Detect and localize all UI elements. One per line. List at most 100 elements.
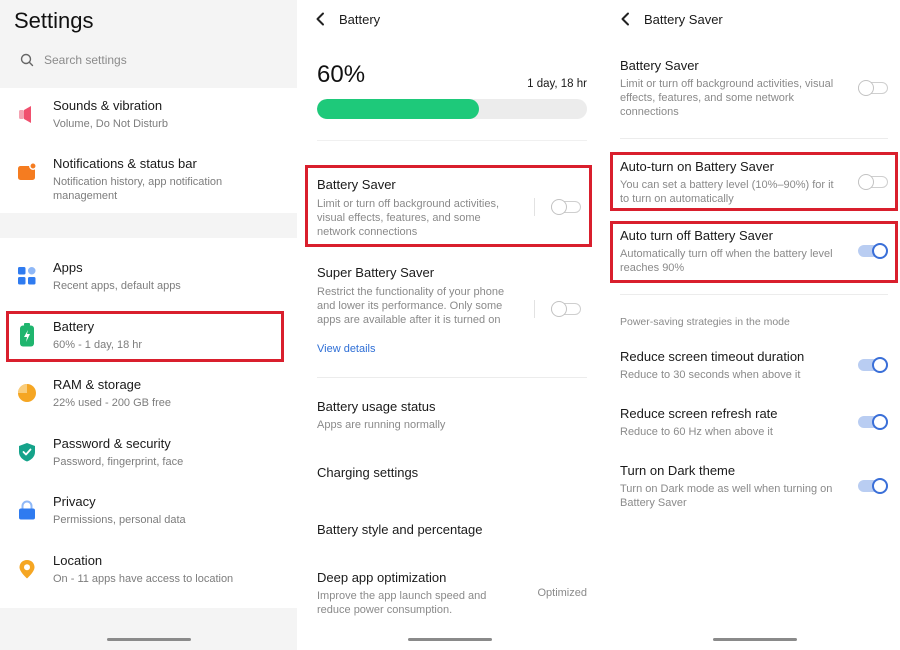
battery-usage-subtitle: Apps are running normally [317,419,446,431]
toggle-knob [872,478,888,494]
battery-saver-subtitle: Limit or turn off background activities,… [620,78,834,118]
settings-item-title: RAM & storage [53,377,142,392]
settings-item-title: Battery [53,319,95,334]
header: Battery Saver [616,9,723,29]
settings-item-subtitle: Permissions, personal data [53,514,186,526]
battery-saver-title: Battery Saver [620,58,699,73]
settings-group-2: Apps Recent apps, default apps Battery 6… [0,238,297,608]
dark-theme-toggle[interactable] [858,478,890,494]
settings-group-1: Sounds & vibration Volume, Do Not Distur… [0,88,297,213]
section-header: Power-saving strategies in the mode [620,316,790,328]
back-button[interactable] [616,9,636,29]
settings-item-subtitle: 60% - 1 day, 18 hr [53,339,143,351]
reduce-screen-timeout-toggle[interactable] [858,357,890,373]
home-indicator[interactable] [408,638,492,641]
search-placeholder: Search settings [44,53,127,67]
toggle-knob [872,243,888,259]
auto-turn-off-subtitle: Automatically turn off when the battery … [620,248,833,274]
battery-saver-subtitle: Limit or turn off background activities,… [317,198,499,238]
settings-item-password-security[interactable]: Password & security Password, fingerprin… [0,436,297,486]
super-battery-saver-subtitle: Restrict the functionality of your phone… [317,286,505,326]
settings-item-title: Notifications & status bar [53,156,197,171]
settings-item-subtitle: Recent apps, default apps [53,280,181,292]
battery-icon [20,323,34,347]
toggle-knob [858,174,874,190]
toggle-knob [551,199,567,215]
settings-item-title: Password & security [53,436,171,451]
battery-saver-toggle[interactable] [858,80,890,96]
divider [317,377,587,378]
settings-item-location[interactable]: Location On - 11 apps have access to loc… [0,553,297,603]
toggle-knob [858,80,874,96]
battery-style-title: Battery style and percentage [317,522,483,537]
settings-item-title: Privacy [53,494,96,509]
search-icon [20,53,34,67]
location-pin-icon [19,560,35,579]
strategy-subtitle: Reduce to 30 seconds when above it [620,369,801,381]
battery-usage-title: Battery usage status [317,399,436,414]
view-details-link[interactable]: View details [317,343,376,355]
settings-item-subtitle: 22% used - 200 GB free [53,397,172,409]
back-button[interactable] [311,9,331,29]
auto-turn-off-title: Auto turn off Battery Saver [620,228,773,243]
chevron-left-icon [621,12,629,26]
settings-item-subtitle: Notification history, app notification m… [53,176,223,202]
shield-icon [19,443,35,462]
strategy-title: Turn on Dark theme [620,463,736,478]
divider [620,138,888,139]
settings-item-battery[interactable]: Battery 60% - 1 day, 18 hr [0,319,297,369]
battery-level-bar [317,99,587,119]
strategy-subtitle: Turn on Dark mode as well when turning o… [620,483,833,509]
battery-level-fill [317,99,479,119]
divider [317,140,587,141]
page-title: Battery Saver [644,11,723,27]
battery-saver-toggle[interactable] [551,199,583,215]
notification-icon [18,162,37,180]
settings-item-subtitle: On - 11 apps have access to location [53,573,234,585]
apps-grid-icon [18,266,36,285]
strategy-subtitle: Reduce to 60 Hz when above it [620,426,773,438]
battery-saver-panel: Battery Saver Battery Saver Limit or tur… [603,0,900,650]
strategy-title: Reduce screen timeout duration [620,349,805,364]
battery-saver-title: Battery Saver [317,177,396,192]
toggle-knob [872,414,888,430]
settings-item-privacy[interactable]: Privacy Permissions, personal data [0,494,297,544]
page-title: Battery [339,11,381,27]
auto-turn-on-toggle[interactable] [858,174,890,190]
battery-percentage: 60% [317,61,366,88]
divider [534,300,535,318]
battery-panel: Battery 60% 1 day, 18 hr Battery Saver L… [297,0,603,650]
settings-item-sounds[interactable]: Sounds & vibration Volume, Do Not Distur… [0,98,297,148]
settings-item-ram-storage[interactable]: RAM & storage 22% used - 200 GB free [0,377,297,427]
auto-turn-on-title: Auto-turn on Battery Saver [620,159,774,174]
home-indicator[interactable] [713,638,797,641]
settings-item-title: Sounds & vibration [53,98,163,113]
super-battery-saver-toggle[interactable] [551,301,583,317]
auto-turn-on-subtitle: You can set a battery level (10%–90%) fo… [620,179,834,205]
deep-app-optimization-subtitle: Improve the app launch speed and reduce … [317,590,487,616]
search-input[interactable]: Search settings [14,46,284,74]
settings-item-notifications[interactable]: Notifications & status bar Notification … [0,156,297,206]
battery-remaining-time: 1 day, 18 hr [527,78,587,90]
toggle-knob [872,357,888,373]
deep-app-optimization-title: Deep app optimization [317,570,447,585]
settings-item-apps[interactable]: Apps Recent apps, default apps [0,260,297,310]
auto-turn-off-toggle[interactable] [858,243,890,259]
strategy-title: Reduce screen refresh rate [620,406,778,421]
page-title: Settings [14,8,94,33]
divider [620,294,888,295]
reduce-refresh-rate-toggle[interactable] [858,414,890,430]
home-indicator[interactable] [107,638,191,641]
speaker-icon [19,106,31,123]
super-battery-saver-title: Super Battery Saver [317,265,435,280]
settings-panel: Settings Search settings Sounds & vibrat… [0,0,297,650]
divider [534,198,535,216]
header: Battery [311,9,380,29]
charging-settings-title: Charging settings [317,465,419,480]
settings-item-subtitle: Volume, Do Not Disturb [53,118,168,130]
optimization-status: Optimized [537,587,587,599]
settings-item-title: Apps [53,260,83,275]
toggle-knob [551,301,567,317]
settings-item-title: Location [53,553,103,568]
lock-icon [19,500,35,520]
